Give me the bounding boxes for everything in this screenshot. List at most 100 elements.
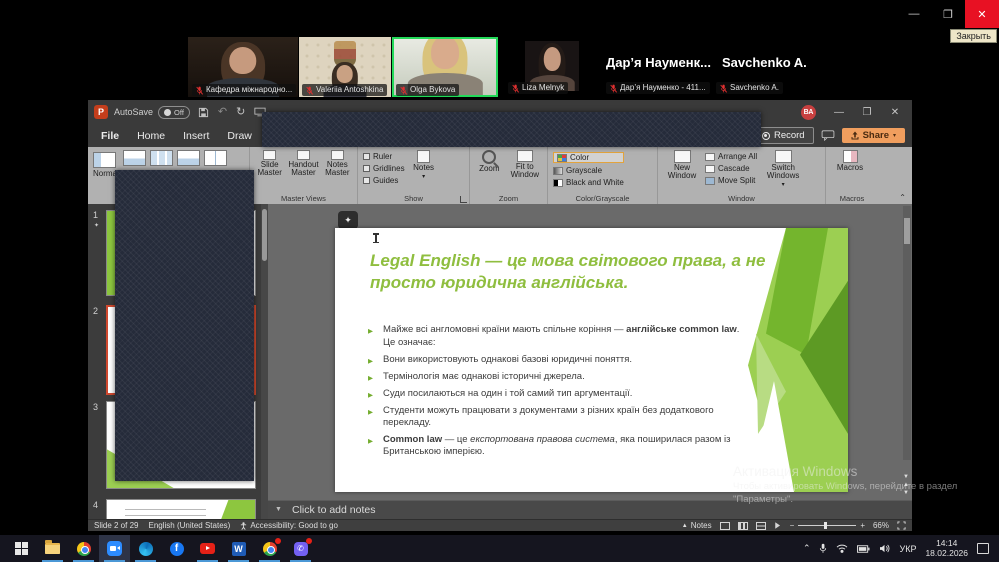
arrange-all-button[interactable]: Arrange All	[705, 152, 757, 161]
cascade-button[interactable]: Cascade	[705, 164, 757, 173]
meeting-window-controls: — ❐ ✕	[897, 0, 999, 28]
fit-slide-icon[interactable]	[897, 521, 906, 530]
slide-scrollbar[interactable]	[903, 206, 911, 460]
wifi-icon[interactable]	[836, 544, 848, 553]
grayscale-button[interactable]: Grayscale	[553, 166, 624, 175]
record-button[interactable]: Record	[753, 127, 814, 144]
minimize-icon[interactable]: —	[826, 101, 852, 123]
avatar[interactable]: ВА	[801, 105, 816, 120]
tray-expand-icon[interactable]: ⌃	[803, 543, 811, 554]
fit-to-window-button[interactable]: Fit to Window	[508, 150, 542, 191]
redo-icon[interactable]: ↻	[236, 107, 245, 118]
taskbar-chrome-profile[interactable]	[254, 535, 285, 562]
language-status[interactable]: English (United States)	[148, 521, 230, 530]
share-button[interactable]: Share ▾	[842, 128, 905, 143]
gridlines-checkbox[interactable]: Gridlines	[363, 164, 405, 173]
reading-view-icon[interactable]	[756, 522, 766, 530]
slide-counter[interactable]: Slide 2 of 29	[94, 521, 138, 530]
overlay-panel-left[interactable]	[115, 170, 254, 481]
slide-sorter-icon[interactable]	[738, 522, 748, 530]
notes-pane[interactable]: ▼ Click to add notes	[268, 500, 912, 519]
tab-file[interactable]: File	[92, 127, 128, 145]
slideshow-icon[interactable]	[774, 522, 782, 530]
color-button[interactable]: Color	[553, 152, 624, 163]
overlay-panel-top[interactable]	[262, 112, 761, 147]
accessibility-icon	[240, 522, 247, 530]
battery-icon[interactable]	[857, 545, 870, 553]
black-and-white-button[interactable]: Black and White	[553, 178, 624, 187]
taskbar-file-explorer[interactable]	[37, 535, 68, 562]
minimize-icon[interactable]: —	[897, 0, 931, 28]
taskbar-facebook[interactable]: f	[161, 535, 192, 562]
mic-icon[interactable]	[819, 543, 827, 554]
participant-badge: Кафедра міжнародно...	[192, 84, 296, 96]
participant-badge: Liza Melnyk	[508, 82, 568, 94]
tab-insert[interactable]: Insert	[174, 127, 218, 145]
slide-sorter-button[interactable]	[150, 150, 173, 166]
new-window-button[interactable]: New Window	[663, 150, 701, 191]
slide-title[interactable]: Legal English — це мова світового права,…	[370, 250, 768, 293]
zoom-out-icon[interactable]: −	[790, 521, 795, 530]
zoom-in-icon[interactable]: +	[860, 521, 865, 530]
current-slide[interactable]: Legal English — це мова світового права,…	[335, 228, 848, 492]
collapse-ribbon-icon[interactable]: ⌃	[899, 193, 906, 202]
volume-icon[interactable]	[879, 544, 890, 553]
dialog-launcher-icon[interactable]	[460, 196, 467, 203]
edge-icon	[139, 542, 153, 556]
taskbar-chrome[interactable]	[68, 535, 99, 562]
taskbar-youtube[interactable]	[192, 535, 223, 562]
restore-icon[interactable]: ❐	[931, 0, 965, 28]
notes-page-button[interactable]	[177, 150, 200, 166]
accessibility-status[interactable]: Accessibility: Good to go	[240, 521, 338, 530]
close-icon[interactable]: ✕	[965, 0, 999, 28]
macros-button[interactable]: Macros	[831, 150, 869, 191]
zoom-slider[interactable]: − +	[790, 521, 865, 530]
taskbar-viber[interactable]: ✆	[285, 535, 316, 562]
normal-view-button[interactable]	[93, 152, 116, 168]
slide-bullet: Майже всі англомовні країни мають спільн…	[368, 324, 742, 336]
slide-bullet: Вони використовують однакові базові юрид…	[368, 354, 742, 366]
save-icon[interactable]	[198, 107, 209, 118]
thumbnail-scrollbar[interactable]	[261, 204, 268, 519]
notes-toggle-button[interactable]: ▲Notes	[682, 521, 712, 530]
reading-view-button[interactable]	[204, 150, 227, 166]
ruler-checkbox[interactable]: Ruler	[363, 152, 405, 161]
muted-mic-icon	[512, 84, 519, 93]
taskbar-word[interactable]: W	[223, 535, 254, 562]
muted-mic-icon	[720, 84, 727, 93]
slide-body-text[interactable]: Майже всі англомовні країни мають спільн…	[368, 324, 742, 463]
autosave-toggle[interactable]: Off	[158, 106, 190, 119]
handout-master-button[interactable]: Handout Master	[288, 150, 318, 191]
slide-navigation-buttons[interactable]: ▼ ▲ ▼	[901, 474, 911, 496]
normal-view-icon[interactable]	[720, 522, 730, 530]
notes-collapse-icon[interactable]: ▼	[275, 506, 282, 513]
design-ideas-icon[interactable]: ✦	[338, 211, 358, 229]
notes-button[interactable]: Notes▾	[409, 150, 439, 191]
outline-view-button[interactable]	[123, 150, 146, 166]
zoom-button[interactable]: Zoom	[475, 150, 504, 191]
clock[interactable]: 14:14 18.02.2026	[925, 539, 968, 558]
action-center-icon[interactable]	[977, 543, 989, 554]
notes-master-button[interactable]: Notes Master	[323, 150, 352, 191]
undo-icon[interactable]: ↶	[218, 107, 227, 118]
start-button[interactable]	[6, 535, 37, 562]
zoom-slider-thumb[interactable]	[824, 522, 827, 529]
next-slide-icon[interactable]: ▼	[903, 490, 909, 496]
slide-master-button[interactable]: Slide Master	[255, 150, 284, 191]
ribbon-group-color-grayscale: Color Grayscale Black and White Color/Gr…	[548, 147, 658, 204]
tab-draw[interactable]: Draw	[218, 127, 261, 145]
zoom-level[interactable]: 66%	[873, 521, 889, 530]
tab-home[interactable]: Home	[128, 127, 174, 145]
close-icon[interactable]: ✕	[882, 101, 908, 123]
language-indicator[interactable]: УКР	[899, 544, 916, 554]
move-split-button[interactable]: Move Split	[705, 176, 757, 185]
slide-thumbnail[interactable]	[106, 499, 256, 519]
switch-windows-button[interactable]: Switch Windows▾	[761, 150, 805, 191]
taskbar-zoom-active[interactable]	[99, 535, 130, 562]
restore-icon[interactable]: ❐	[854, 101, 880, 123]
scroll-down-icon[interactable]: ▼	[903, 474, 909, 480]
taskbar-edge[interactable]	[130, 535, 161, 562]
comments-icon[interactable]	[821, 130, 835, 141]
previous-slide-icon[interactable]: ▲	[903, 482, 909, 488]
guides-checkbox[interactable]: Guides	[363, 176, 405, 185]
